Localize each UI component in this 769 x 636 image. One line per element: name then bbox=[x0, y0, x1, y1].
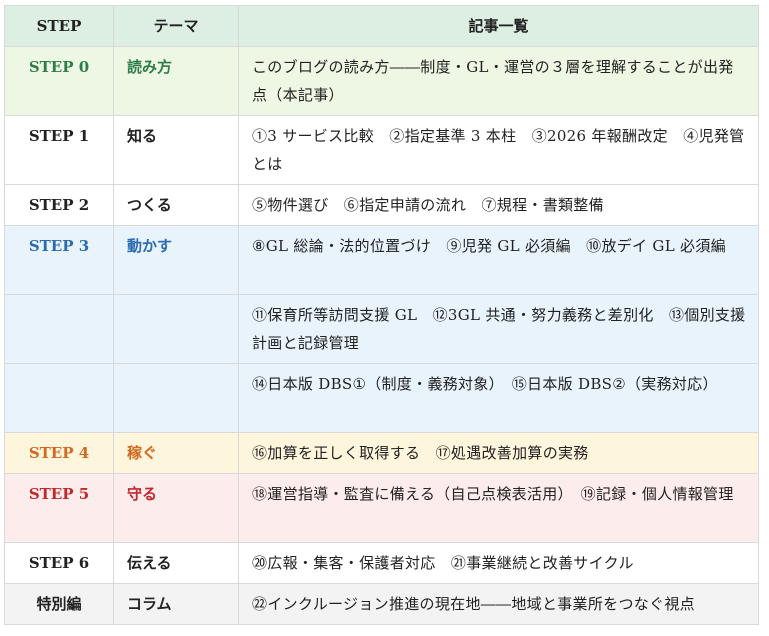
header-articles: 記事一覧 bbox=[238, 5, 759, 47]
table-row: STEP 6 伝える ⑳広報・集客・保護者対応 ㉑事業継続と改善サイクル bbox=[4, 542, 759, 584]
theme-cell: 伝える bbox=[113, 542, 239, 584]
articles-cell: ⑭日本版 DBS①（制度・義務対象） ⑮日本版 DBS②（実務対応） bbox=[238, 363, 759, 433]
theme-cell: 守る bbox=[113, 473, 239, 543]
step-cell: 特別編 bbox=[4, 583, 114, 625]
theme-cell: 知る bbox=[113, 115, 239, 185]
theme-cell: 稼ぐ bbox=[113, 432, 239, 474]
step-cell bbox=[4, 294, 114, 364]
step-table-container: STEP テーマ 記事一覧 STEP 0 読み方 このブログの読み方――制度・GL・… bbox=[4, 5, 759, 625]
articles-cell: ⑳広報・集客・保護者対応 ㉑事業継続と改善サイクル bbox=[238, 542, 759, 584]
theme-cell: コラム bbox=[113, 583, 239, 625]
table-row: STEP 0 読み方 このブログの読み方――制度・GL・運営の３層を理解することが出… bbox=[4, 46, 759, 116]
step-cell: STEP 5 bbox=[4, 473, 114, 543]
step-cell: STEP 6 bbox=[4, 542, 114, 584]
step-cell: STEP 2 bbox=[4, 184, 114, 226]
table-row: STEP 4 稼ぐ ⑯加算を正しく取得する ⑰処遇改善加算の実務 bbox=[4, 432, 759, 474]
theme-cell bbox=[113, 363, 239, 433]
articles-cell: ⑧GL 総論・法的位置づけ ⑨児発 GL 必須編 ⑩放デイ GL 必須編 bbox=[238, 225, 759, 295]
table-row: STEP 2 つくる ⑤物件選び ⑥指定申請の流れ ⑦規程・書類整備 bbox=[4, 184, 759, 226]
table-row: STEP 3 動かす ⑧GL 総論・法的位置づけ ⑨児発 GL 必須編 ⑩放デイ G… bbox=[4, 225, 759, 295]
theme-cell: 動かす bbox=[113, 225, 239, 295]
step-cell: STEP 1 bbox=[4, 115, 114, 185]
articles-cell: ⑤物件選び ⑥指定申請の流れ ⑦規程・書類整備 bbox=[238, 184, 759, 226]
step-cell: STEP 3 bbox=[4, 225, 114, 295]
articles-cell: このブログの読み方――制度・GL・運営の３層を理解することが出発点（本記事） bbox=[238, 46, 759, 116]
table-row: STEP 5 守る ⑱運営指導・監査に備える（自己点検表活用） ⑲記録・個人情報管理 bbox=[4, 473, 759, 543]
step-cell: STEP 0 bbox=[4, 46, 114, 116]
theme-cell: つくる bbox=[113, 184, 239, 226]
table-row: STEP 1 知る ①3 サービス比較 ②指定基準 3 本柱 ③2026 年報酬改定… bbox=[4, 115, 759, 185]
theme-cell: 読み方 bbox=[113, 46, 239, 116]
table-row: ⑪保育所等訪問支援 GL ⑫3GL 共通・努力義務と差別化 ⑬個別支援計画と記録… bbox=[4, 294, 759, 364]
step-cell: STEP 4 bbox=[4, 432, 114, 474]
step-table: STEP テーマ 記事一覧 STEP 0 読み方 このブログの読み方――制度・GL・… bbox=[4, 5, 759, 625]
table-body: STEP 0 読み方 このブログの読み方――制度・GL・運営の３層を理解することが出… bbox=[4, 46, 759, 625]
header-theme: テーマ bbox=[113, 5, 239, 47]
articles-cell: ⑪保育所等訪問支援 GL ⑫3GL 共通・努力義務と差別化 ⑬個別支援計画と記録… bbox=[238, 294, 759, 364]
theme-cell bbox=[113, 294, 239, 364]
step-cell bbox=[4, 363, 114, 433]
table-header-row: STEP テーマ 記事一覧 bbox=[4, 5, 759, 47]
header-step: STEP bbox=[4, 5, 114, 47]
articles-cell: ①3 サービス比較 ②指定基準 3 本柱 ③2026 年報酬改定 ④児発管とは bbox=[238, 115, 759, 185]
table-row: 特別編 コラム ㉒インクルージョン推進の現在地――地域と事業所をつなぐ視点 bbox=[4, 583, 759, 625]
table-row: ⑭日本版 DBS①（制度・義務対象） ⑮日本版 DBS②（実務対応） bbox=[4, 363, 759, 433]
articles-cell: ⑯加算を正しく取得する ⑰処遇改善加算の実務 bbox=[238, 432, 759, 474]
articles-cell: ⑱運営指導・監査に備える（自己点検表活用） ⑲記録・個人情報管理 bbox=[238, 473, 759, 543]
articles-cell: ㉒インクルージョン推進の現在地――地域と事業所をつなぐ視点 bbox=[238, 583, 759, 625]
